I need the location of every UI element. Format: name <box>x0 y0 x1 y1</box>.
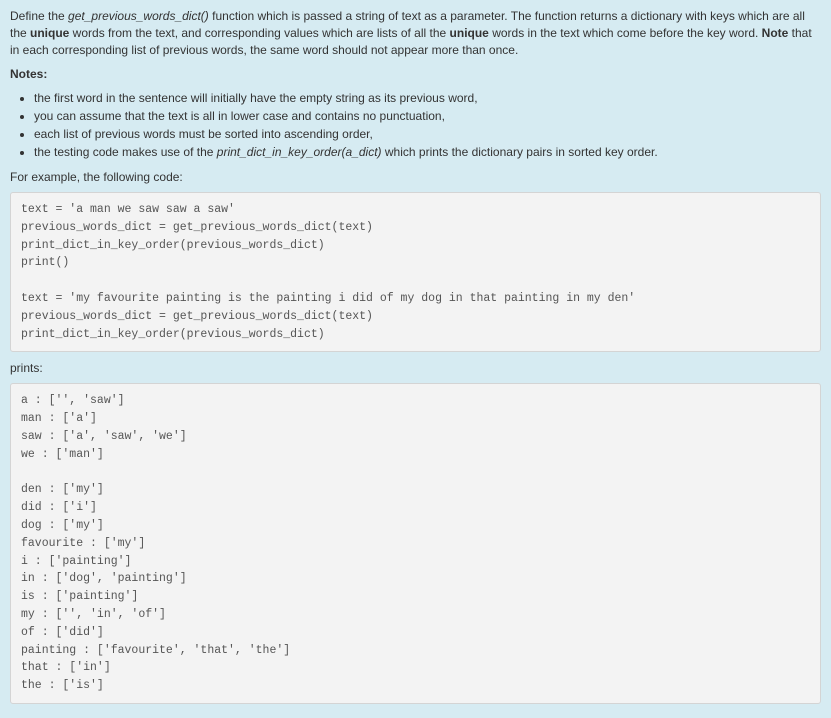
intro-text-mid2: words from the text, and corresponding v… <box>69 26 449 40</box>
note4-func: print_dict_in_key_order(a_dict) <box>217 145 382 159</box>
code-block-output: a : ['', 'saw'] man : ['a'] saw : ['a', … <box>10 383 821 704</box>
bold-note: Note <box>762 26 789 40</box>
notes-list: the first word in the sentence will init… <box>10 89 821 161</box>
example-label: For example, the following code: <box>10 169 821 186</box>
prints-label: prints: <box>10 360 821 377</box>
note4-post: which prints the dictionary pairs in sor… <box>382 145 658 159</box>
intro-paragraph: Define the get_previous_words_dict() fun… <box>10 8 821 58</box>
intro-text-pre: Define the <box>10 9 68 23</box>
function-name: get_previous_words_dict() <box>68 9 209 23</box>
code-block-input: text = 'a man we saw saw a saw' previous… <box>10 192 821 353</box>
bold-unique-2: unique <box>450 26 489 40</box>
note-item-2: you can assume that the text is all in l… <box>34 107 821 125</box>
bold-unique-1: unique <box>30 26 69 40</box>
document-body: Define the get_previous_words_dict() fun… <box>0 0 831 718</box>
notes-heading: Notes: <box>10 66 821 83</box>
note-item-1: the first word in the sentence will init… <box>34 89 821 107</box>
intro-text-mid3: words in the text which come before the … <box>489 26 762 40</box>
note-item-3: each list of previous words must be sort… <box>34 125 821 143</box>
note4-pre: the testing code makes use of the <box>34 145 217 159</box>
note-item-4: the testing code makes use of the print_… <box>34 143 821 161</box>
